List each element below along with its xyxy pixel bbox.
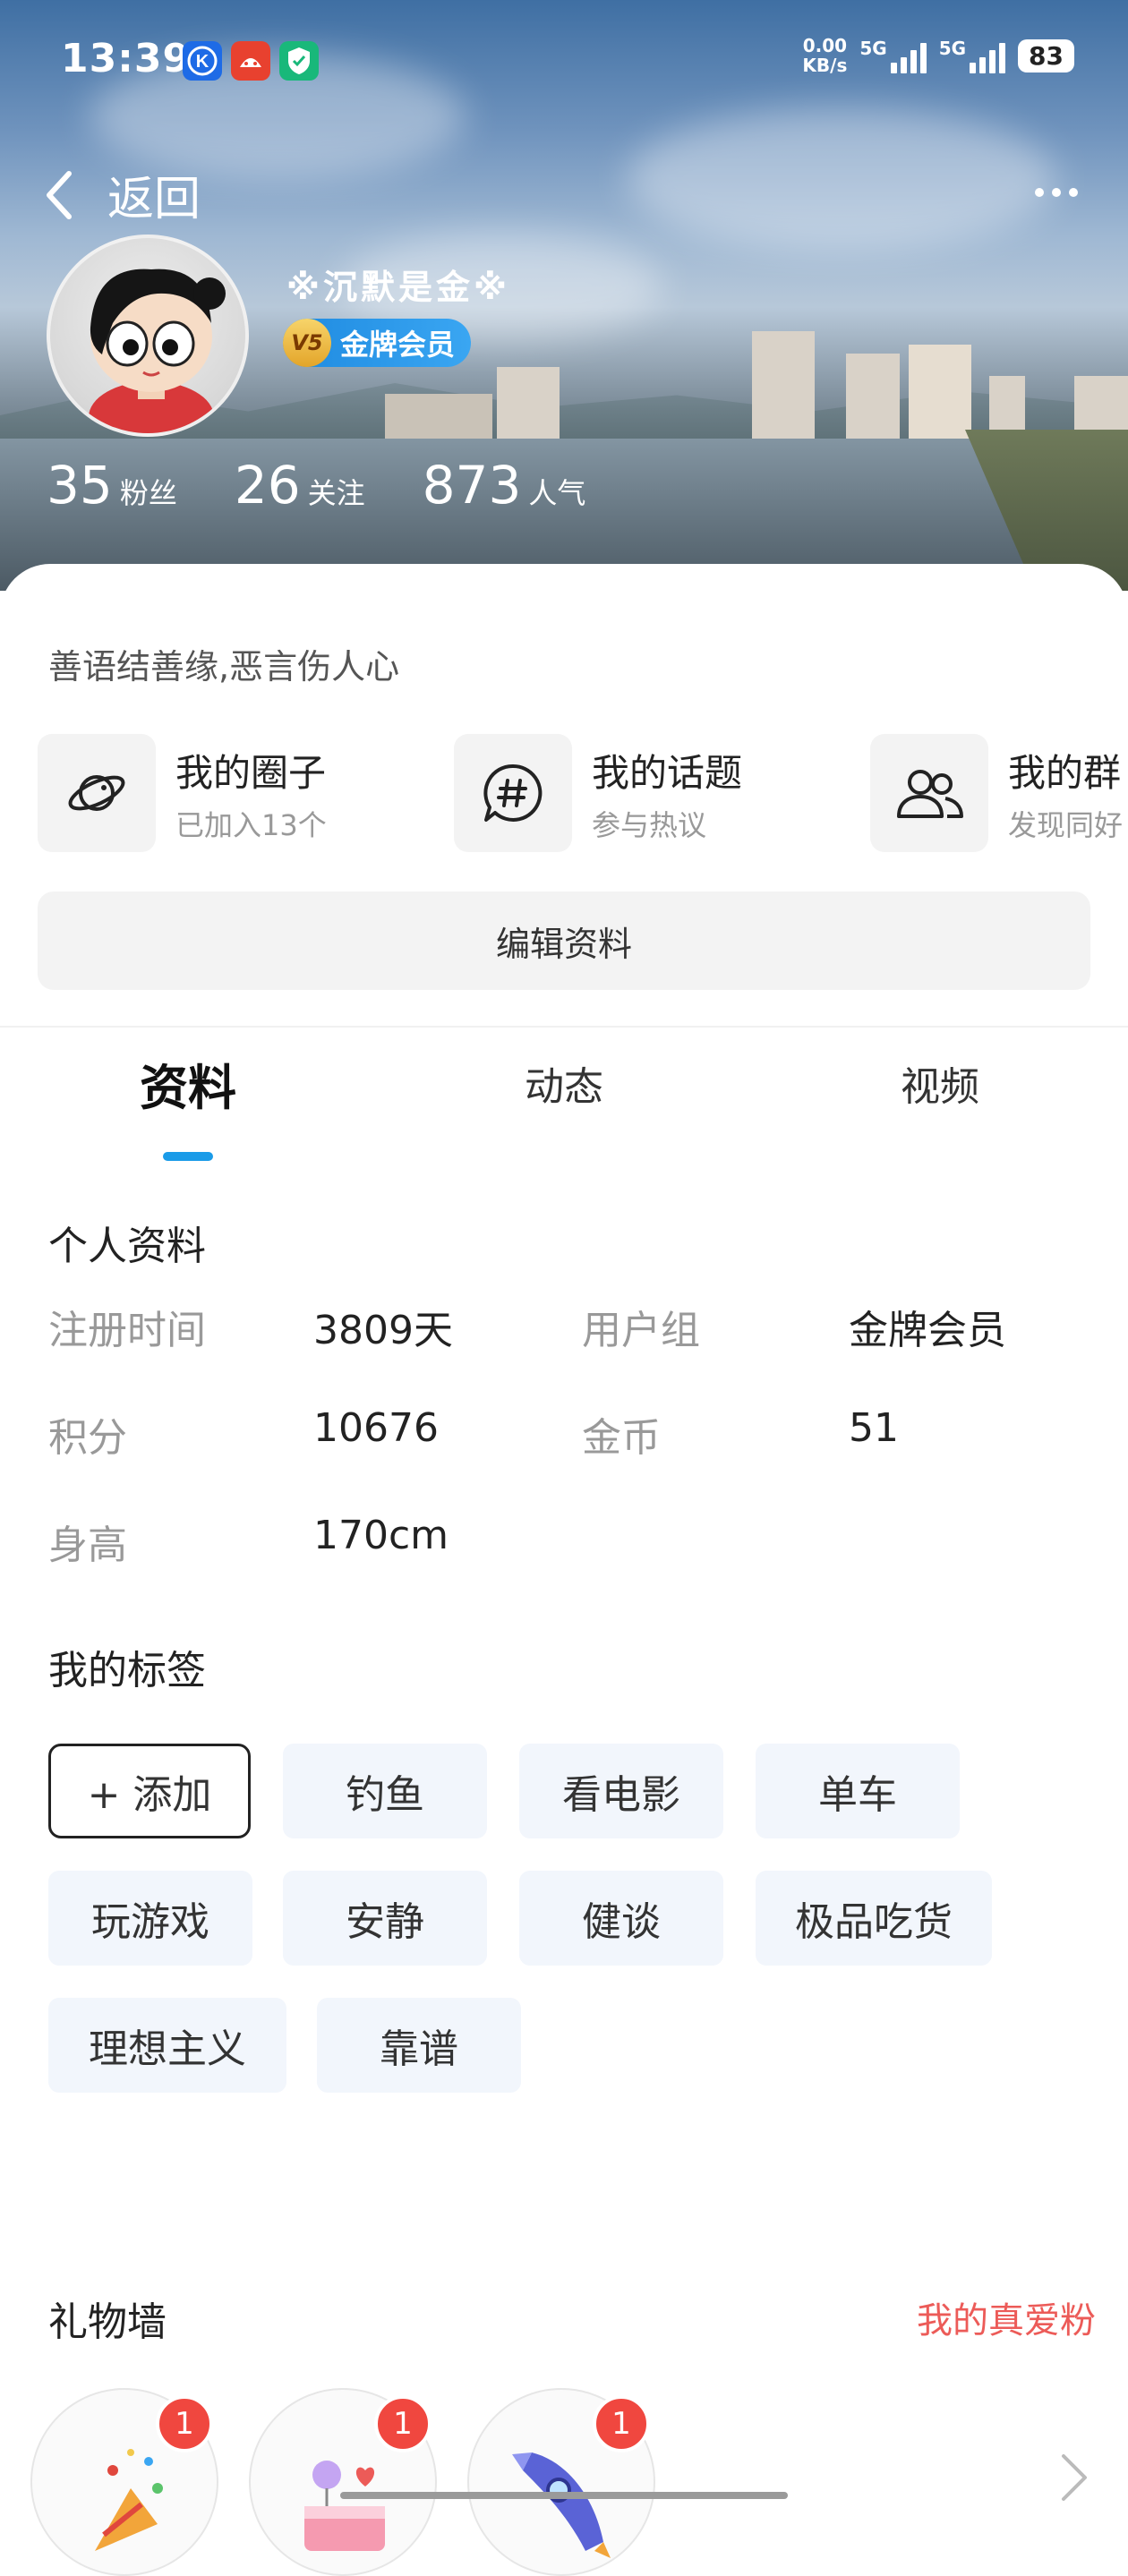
stat-number: 35 <box>47 455 113 516</box>
info-key: 金币 <box>582 1415 661 1461</box>
stat-following[interactable]: 26 关注 <box>235 455 365 516</box>
quick-link-groups[interactable]: 我的群 发现同好 <box>870 734 1123 852</box>
quick-link-topics[interactable]: 我的话题 参与热议 <box>454 734 742 852</box>
info-value: 170cm <box>313 1513 449 1558</box>
party-popper-icon <box>95 2449 163 2551</box>
gift-wall-title: 礼物墙 <box>48 2299 167 2345</box>
signature: 善语结善缘,恶言伤人心 <box>48 647 400 687</box>
info-key: 积分 <box>48 1415 127 1461</box>
quick-link-title: 我的话题 <box>592 750 743 795</box>
info-value: 3809天 <box>313 1308 453 1353</box>
signal2-label: 5G <box>938 38 967 59</box>
gift-count-badge: 1 <box>374 2395 432 2452</box>
shield-app-icon <box>279 41 319 81</box>
vip-badge[interactable]: V5 金牌会员 <box>283 319 472 367</box>
stat-number: 26 <box>234 455 301 516</box>
quick-link-title: 我的圈子 <box>175 750 327 795</box>
back-button[interactable]: 返回 <box>36 161 201 228</box>
true-fans-link[interactable]: 我的真爱粉 <box>917 2291 1096 2343</box>
info-row: 身高 170cm <box>48 1513 1087 1584</box>
info-row: 注册时间 3809天 用户组 金牌会员 <box>48 1298 1087 1369</box>
info-value: 金牌会员 <box>849 1308 1006 1353</box>
chevron-left-icon <box>36 168 81 222</box>
stat-label: 人气 <box>528 476 586 510</box>
profile-stats: 35 粉丝 26 关注 873 人气 <box>47 455 585 516</box>
quick-link-subtitle: 参与热议 <box>592 807 707 842</box>
tab-videos[interactable]: 视频 <box>806 1038 1074 1128</box>
battery-indicator: 83 <box>1018 38 1074 73</box>
more-dots-icon <box>1035 188 1044 197</box>
edit-profile-button[interactable]: 编辑资料 <box>38 891 1090 990</box>
gift-count-badge: 1 <box>593 2395 650 2452</box>
stat-number: 873 <box>422 455 522 516</box>
quick-link-subtitle: 已加入13个 <box>175 807 327 842</box>
personal-info-title: 个人资料 <box>48 1224 206 1269</box>
gift-count-badge: 1 <box>156 2395 213 2452</box>
planet-icon <box>38 734 156 852</box>
username: ※沉默是金※ <box>286 268 510 307</box>
info-key: 用户组 <box>582 1308 700 1353</box>
tab-posts[interactable]: 动态 <box>430 1038 698 1128</box>
signal2-icon <box>970 38 1006 73</box>
group-people-icon <box>870 734 988 852</box>
info-row: 积分 10676 金币 51 <box>48 1405 1087 1477</box>
tag-item: 理想主义 <box>48 1998 286 2093</box>
quick-link-subtitle: 发现同好 <box>1008 807 1124 842</box>
tag-item: 健谈 <box>519 1871 723 1966</box>
hashtag-chat-icon <box>454 734 572 852</box>
tags-title: 我的标签 <box>48 1648 206 1693</box>
info-value: 51 <box>849 1405 899 1451</box>
add-tag-button[interactable]: + 添加 <box>48 1744 251 1838</box>
stat-followers[interactable]: 35 粉丝 <box>47 455 177 516</box>
info-value: 10676 <box>313 1405 439 1451</box>
quick-link-circles[interactable]: 我的圈子 已加入13个 <box>38 734 327 852</box>
tag-item: 极品吃货 <box>756 1871 992 1966</box>
home-indicator[interactable] <box>340 2492 788 2499</box>
info-key: 身高 <box>48 1523 127 1568</box>
tag-item: 安静 <box>283 1871 487 1966</box>
status-bar: 13:39 K 0.00 KB/s 5G 5G 83 <box>61 32 1074 86</box>
tab-active-indicator <box>163 1152 213 1161</box>
signal1-icon <box>890 38 927 73</box>
back-label: 返回 <box>107 173 201 226</box>
k-app-icon: K <box>183 41 222 81</box>
profile-tabs: 资料 动态 视频 <box>0 1038 1128 1137</box>
vip-level-icon: V5 <box>283 319 331 367</box>
red-app-icon <box>231 41 270 81</box>
signal1-label: 5G <box>859 38 887 59</box>
stat-label: 粉丝 <box>119 476 177 510</box>
profile-card: 善语结善缘,恶言伤人心 我的圈子 已加入13个 我的话题 参与热议 我的群 发现… <box>0 564 1128 2506</box>
more-options-button[interactable] <box>1021 170 1092 215</box>
vip-label: 金牌会员 <box>340 328 456 362</box>
tag-item: 靠谱 <box>317 1998 521 2093</box>
stat-label: 关注 <box>307 476 365 510</box>
tag-item: 单车 <box>756 1744 960 1838</box>
avatar[interactable] <box>47 235 249 437</box>
info-key: 注册时间 <box>48 1308 206 1353</box>
tag-item: 看电影 <box>519 1744 723 1838</box>
status-time: 13:39 <box>61 36 192 81</box>
tag-item: 玩游戏 <box>48 1871 252 1966</box>
quick-links: 我的圈子 已加入13个 我的话题 参与热议 我的群 发现同好 <box>38 734 1128 854</box>
chevron-right-icon[interactable] <box>1056 2451 1092 2504</box>
svg-text:K: K <box>196 52 209 72</box>
stat-popularity[interactable]: 873 人气 <box>423 455 586 516</box>
divider <box>0 1026 1128 1028</box>
top-nav: 返回 <box>36 161 1092 226</box>
net-speed: 0.00 KB/s <box>802 35 848 76</box>
tab-info[interactable]: 资料 <box>54 1038 322 1128</box>
quick-link-title: 我的群 <box>1008 750 1122 795</box>
tag-item: 钓鱼 <box>283 1744 487 1838</box>
